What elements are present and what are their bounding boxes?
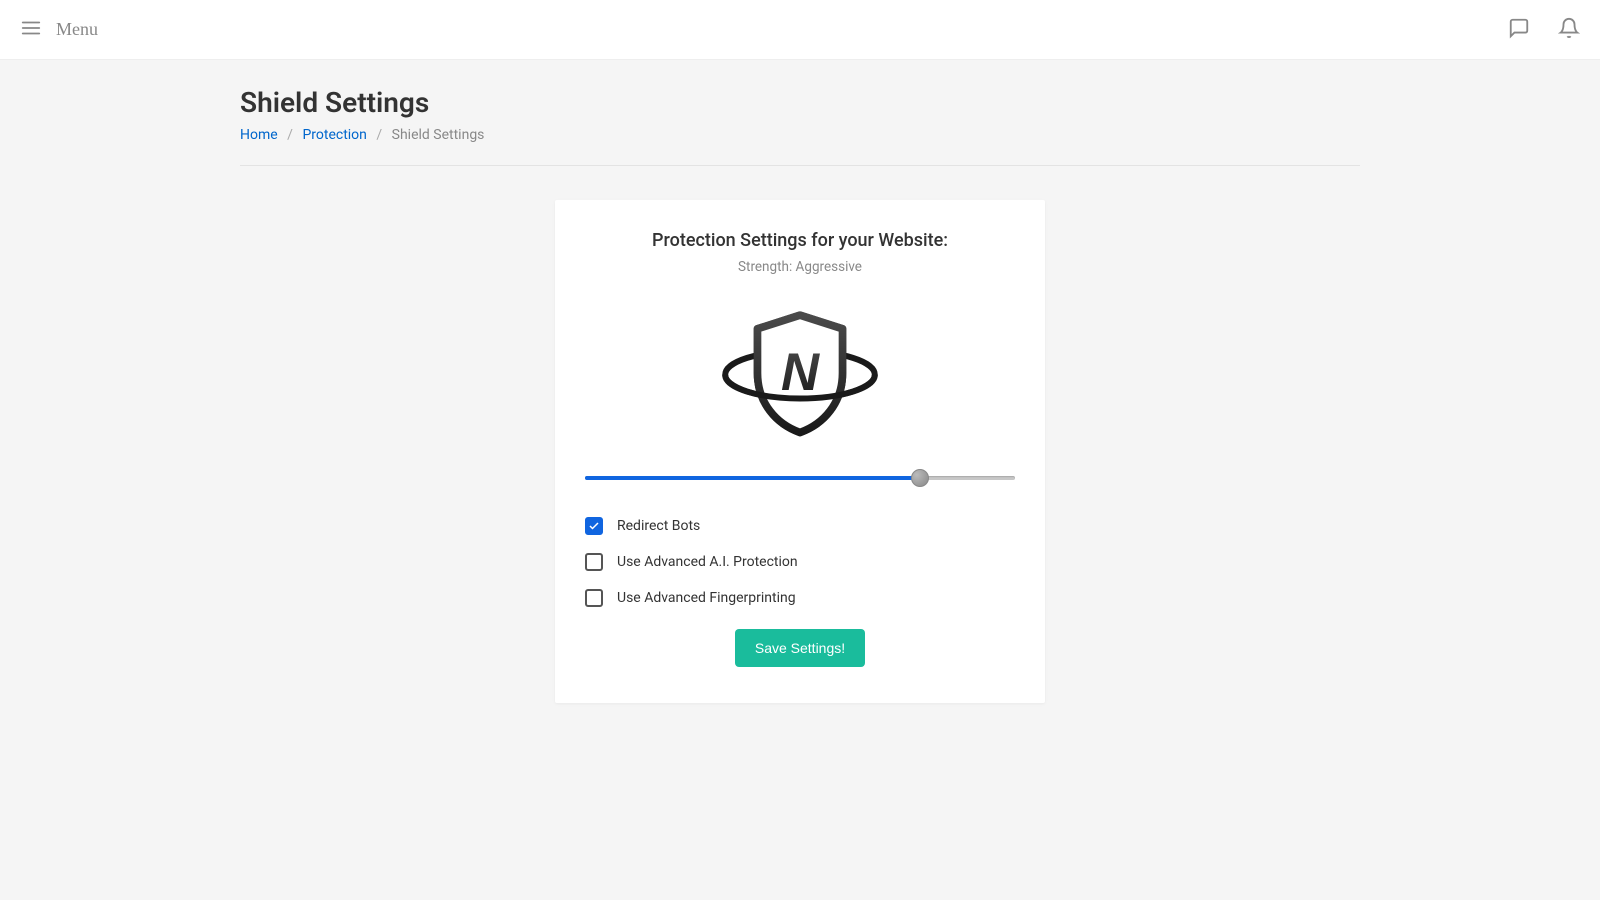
card-title: Protection Settings for your Website:	[585, 230, 1015, 251]
hamburger-icon[interactable]	[20, 17, 42, 43]
option-label: Use Advanced A.I. Protection	[617, 554, 798, 570]
save-button[interactable]: Save Settings!	[735, 629, 865, 667]
option-label: Use Advanced Fingerprinting	[617, 590, 796, 606]
checkbox-icon[interactable]	[585, 517, 603, 535]
checkbox-icon[interactable]	[585, 553, 603, 571]
strength-slider[interactable]	[585, 467, 1015, 489]
topbar: Menu	[0, 0, 1600, 60]
breadcrumb-separator: /	[287, 127, 293, 143]
option-ai-protection[interactable]: Use Advanced A.I. Protection	[585, 553, 1015, 571]
chat-icon[interactable]	[1508, 17, 1530, 43]
page-title: Shield Settings	[240, 86, 1360, 119]
checkbox-icon[interactable]	[585, 589, 603, 607]
card-subtitle: Strength: Aggressive	[585, 259, 1015, 275]
slider-fill	[585, 476, 920, 480]
breadcrumb-protection[interactable]: Protection	[302, 127, 366, 143]
option-redirect-bots[interactable]: Redirect Bots	[585, 517, 1015, 535]
breadcrumb-current: Shield Settings	[392, 127, 485, 143]
svg-text:N: N	[781, 343, 820, 402]
option-fingerprinting[interactable]: Use Advanced Fingerprinting	[585, 589, 1015, 607]
shield-logo: N	[585, 303, 1015, 443]
option-label: Redirect Bots	[617, 518, 700, 534]
bell-icon[interactable]	[1558, 17, 1580, 43]
menu-label[interactable]: Menu	[56, 19, 98, 40]
breadcrumb-separator: /	[376, 127, 382, 143]
breadcrumb-home[interactable]: Home	[240, 127, 278, 143]
breadcrumb: Home / Protection / Shield Settings	[240, 127, 1360, 166]
slider-thumb[interactable]	[911, 469, 929, 487]
settings-card: Protection Settings for your Website: St…	[555, 200, 1045, 703]
